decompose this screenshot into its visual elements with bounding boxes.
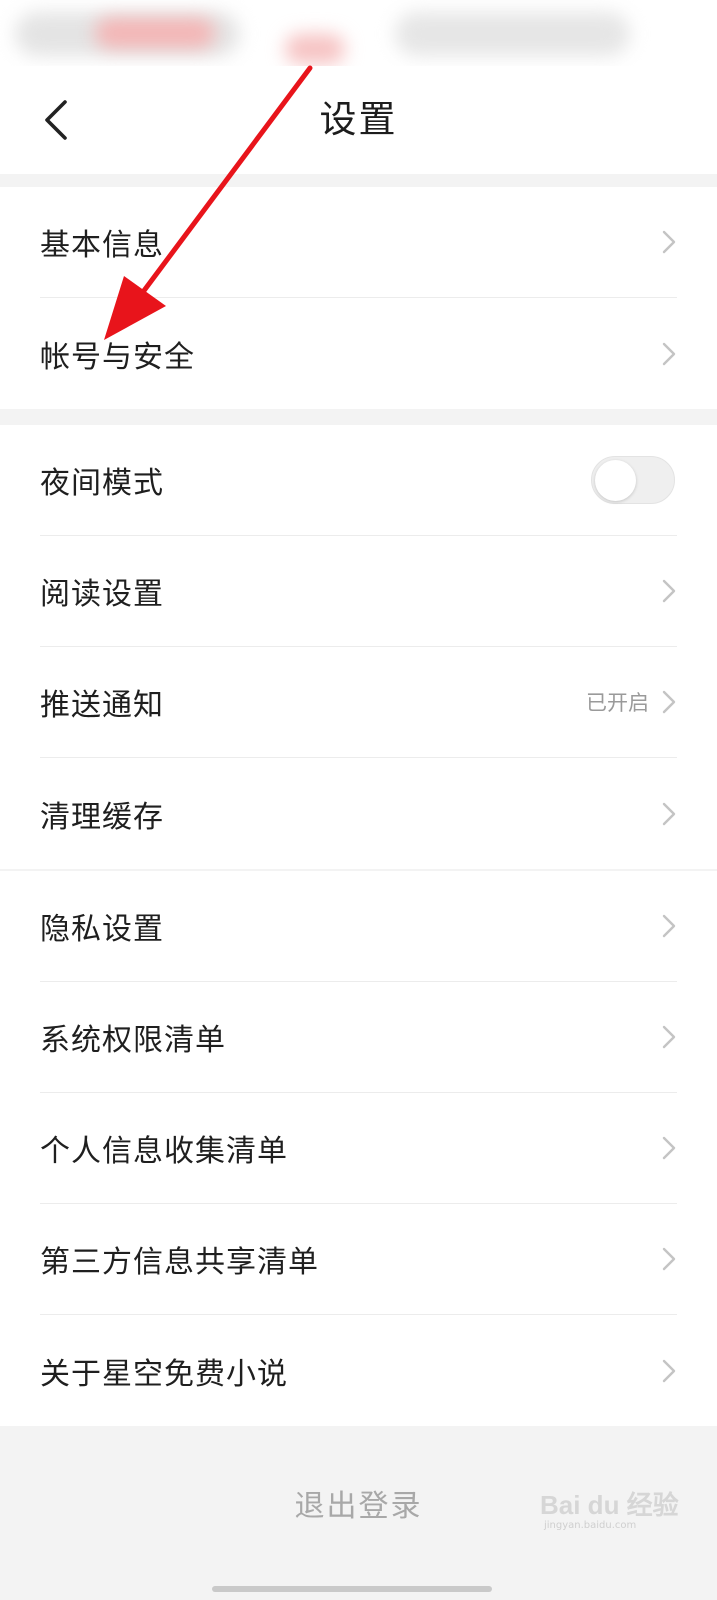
chevron-right-icon	[662, 342, 676, 365]
chevron-right-icon	[662, 914, 676, 938]
row-label: 个人信息收集清单	[40, 1134, 288, 1169]
row-basic-info[interactable]: 基本信息	[40, 187, 677, 298]
row-push-notifications[interactable]: 推送通知 已开启	[40, 647, 677, 758]
row-label: 清理缓存	[40, 799, 164, 835]
row-privacy-settings[interactable]: 隐私设置	[40, 871, 677, 982]
settings-group-privacy: 隐私设置 系统权限清单 个人信息收集清单 第三方信息共享清单 关于星空免费小说	[0, 871, 717, 1426]
chevron-right-icon	[662, 1136, 676, 1160]
status-bar-blur-red	[95, 18, 215, 48]
watermark-sub-text: jingyan.baidu.com	[544, 1520, 637, 1531]
row-right	[661, 913, 677, 939]
row-label: 阅读设置	[40, 577, 164, 612]
chevron-right-icon	[662, 1025, 676, 1049]
night-mode-toggle[interactable]	[591, 456, 675, 504]
chevron-right-icon	[662, 230, 676, 254]
baidu-jingyan-watermark: Bai du 经验 jingyan.baidu.com	[540, 1490, 690, 1550]
row-label: 系统权限清单	[40, 1023, 226, 1058]
row-third-party-sharing[interactable]: 第三方信息共享清单	[40, 1204, 677, 1315]
page-title: 设置	[319, 98, 398, 141]
chevron-right-icon	[662, 1359, 676, 1382]
row-label: 基本信息	[40, 228, 164, 263]
toggle-knob	[595, 460, 636, 501]
status-bar-blur-right	[395, 12, 630, 56]
row-right	[661, 1135, 677, 1161]
nav-bar: 设置	[0, 66, 717, 174]
watermark-main-text: Bai du 经验	[540, 1490, 679, 1520]
row-personal-info-collection[interactable]: 个人信息收集清单	[40, 1093, 677, 1204]
row-right	[661, 578, 677, 604]
settings-group-general: 夜间模式 阅读设置 推送通知 已开启 清理缓存	[0, 425, 717, 869]
row-about-app[interactable]: 关于星空免费小说	[40, 1315, 677, 1426]
chevron-right-icon	[662, 690, 676, 714]
row-label: 关于星空免费小说	[40, 1356, 288, 1392]
row-label: 帐号与安全	[40, 339, 195, 375]
row-right	[661, 229, 677, 255]
status-bar-blur-center	[285, 34, 345, 64]
row-right: 已开启	[586, 687, 677, 717]
chevron-right-icon	[662, 802, 676, 825]
settings-group-account: 基本信息 帐号与安全	[0, 187, 717, 409]
row-label: 第三方信息共享清单	[40, 1245, 319, 1280]
row-right	[661, 1358, 677, 1384]
row-label: 隐私设置	[40, 912, 164, 947]
home-indicator	[212, 1586, 492, 1592]
row-right	[591, 456, 677, 504]
row-reading-settings[interactable]: 阅读设置	[40, 536, 677, 647]
row-label: 夜间模式	[40, 466, 164, 501]
row-right	[661, 341, 677, 367]
row-clear-cache[interactable]: 清理缓存	[40, 758, 677, 869]
row-right	[661, 1024, 677, 1050]
push-status-value: 已开启	[586, 691, 649, 715]
chevron-right-icon	[662, 579, 676, 603]
chevron-right-icon	[662, 1247, 676, 1271]
row-right	[661, 1246, 677, 1272]
row-system-permissions[interactable]: 系统权限清单	[40, 982, 677, 1093]
row-account-security[interactable]: 帐号与安全	[40, 298, 677, 409]
row-right	[661, 801, 677, 827]
status-bar	[0, 0, 717, 66]
row-night-mode: 夜间模式	[40, 425, 677, 536]
row-label: 推送通知	[40, 688, 164, 723]
